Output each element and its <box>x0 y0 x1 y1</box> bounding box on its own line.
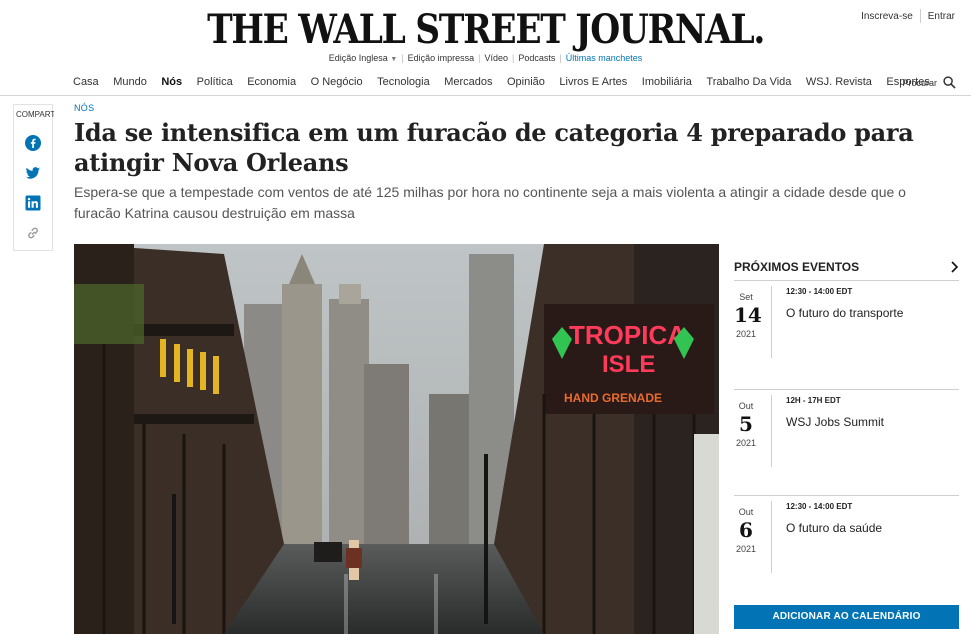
neon-sign-isle: ISLE <box>602 351 655 378</box>
neon-sign-tropical: TROPICA <box>569 320 686 350</box>
nav-item-opiniao[interactable]: Opinião <box>507 76 545 88</box>
chevron-right-icon[interactable] <box>949 261 959 273</box>
event-divider <box>734 495 959 496</box>
event-year: 2021 <box>735 329 757 339</box>
upcoming-events-panel: PRÓXIMOS EVENTOS Set 14 2021 12:30 - 14:… <box>734 256 959 573</box>
nav-item-mundo[interactable]: Mundo <box>113 76 147 88</box>
share-label: COMPARTILHAR <box>16 110 54 119</box>
event-year: 2021 <box>735 438 757 448</box>
nav-item-nos[interactable]: Nós <box>161 76 182 88</box>
nav-item-wsj-revista[interactable]: WSJ. Revista <box>806 76 872 88</box>
signin-link[interactable]: Entrar <box>921 11 962 22</box>
event-time: 12:30 - 14:00 EDT <box>786 502 853 511</box>
edition-label: Edição Inglesa <box>328 53 388 63</box>
nav-item-trabalho-vida[interactable]: Trabalho Da Vida <box>706 76 791 88</box>
nav-item-politica[interactable]: Política <box>197 76 233 88</box>
event-day: 14 <box>734 303 762 327</box>
event-time: 12H - 17H EDT <box>786 396 841 405</box>
event-year: 2021 <box>735 544 757 554</box>
event-month: Out <box>738 401 754 411</box>
main-nav: Casa Mundo Nós Política Economia O Negóc… <box>0 68 971 96</box>
nav-item-casa[interactable]: Casa <box>73 76 99 88</box>
masthead-logo[interactable]: THE WALL STREET JOURNAL. <box>68 6 903 53</box>
print-edition-link[interactable]: Edição impressa <box>404 53 479 63</box>
video-link[interactable]: Vídeo <box>480 53 512 63</box>
event-month: Set <box>739 292 753 302</box>
nav-item-imobiliaria[interactable]: Imobiliária <box>642 76 692 88</box>
search-icon <box>943 76 956 89</box>
site-header: THE WALL STREET JOURNAL. Inscreva-se Ent… <box>0 0 971 96</box>
article-photo: TROPICA ISLE HAND GRENADE <box>74 244 719 634</box>
account-links: Inscreva-se Entrar <box>854 9 962 23</box>
event-time: 12:30 - 14:00 EDT <box>786 287 853 296</box>
edition-subnav: Edição Inglesa ▼ | Edição impressa | Vídeo | P… <box>0 53 971 63</box>
section-tag[interactable]: NÓS <box>74 103 94 113</box>
article-headline: Ida se intensifica em um furacão de cate… <box>74 118 914 177</box>
event-divider <box>734 280 959 281</box>
event-title[interactable]: WSJ Jobs Summit <box>786 415 884 429</box>
event-title[interactable]: O futuro da saúde <box>786 521 882 535</box>
event-vertical-divider <box>771 286 772 358</box>
nav-list: Casa Mundo Nós Política Economia O Negóc… <box>73 76 944 88</box>
event-date: Out 6 2021 <box>734 507 758 554</box>
nav-item-livros-artes[interactable]: Livros E Artes <box>559 76 627 88</box>
event-date: Set 14 2021 <box>734 292 762 339</box>
linkedin-icon[interactable] <box>25 195 41 211</box>
event-item[interactable]: Out 6 2021 12:30 - 14:00 EDT O futuro da… <box>734 495 959 583</box>
chevron-down-icon: ▼ <box>390 56 398 63</box>
latest-headlines-link[interactable]: Últimas manchetes <box>562 53 647 63</box>
event-day: 5 <box>739 412 753 436</box>
event-title[interactable]: O futuro do transporte <box>786 306 903 320</box>
nav-item-economia[interactable]: Economia <box>247 76 296 88</box>
nav-item-tecnologia[interactable]: Tecnologia <box>377 76 430 88</box>
event-item[interactable]: Set 14 2021 12:30 - 14:00 EDT O futuro d… <box>734 280 959 368</box>
search-button[interactable]: Procurar <box>902 76 956 89</box>
add-to-calendar-button[interactable]: ADICIONAR AO CALENDÁRIO <box>734 605 959 629</box>
events-heading: PRÓXIMOS EVENTOS <box>734 260 860 274</box>
subscribe-link[interactable]: Inscreva-se <box>854 11 920 22</box>
facebook-icon[interactable] <box>25 135 41 151</box>
event-vertical-divider <box>771 395 772 467</box>
event-month: Out <box>738 507 754 517</box>
copy-link-icon[interactable] <box>25 225 41 241</box>
events-header[interactable]: PRÓXIMOS EVENTOS <box>734 256 959 278</box>
neon-sign-grenade: HAND GRENADE <box>564 391 662 405</box>
event-date: Out 5 2021 <box>734 401 758 448</box>
article-dek: Espera-se que a tempestade com ventos de… <box>74 184 906 221</box>
nav-item-mercados[interactable]: Mercados <box>444 76 492 88</box>
search-label: Procurar <box>902 77 937 88</box>
event-day: 6 <box>739 518 753 542</box>
event-vertical-divider <box>771 501 772 573</box>
share-rail: COMPARTILHAR <box>13 104 54 251</box>
podcasts-link[interactable]: Podcasts <box>514 53 559 63</box>
event-item[interactable]: Out 5 2021 12H - 17H EDT WSJ Jobs Summit <box>734 389 959 477</box>
nav-item-negocio[interactable]: O Negócio <box>311 76 363 88</box>
rainy-street-illustration: TROPICA ISLE HAND GRENADE <box>74 244 719 634</box>
event-divider <box>734 389 959 390</box>
edition-selector[interactable]: Edição Inglesa ▼ <box>325 53 402 63</box>
twitter-icon[interactable] <box>25 165 41 181</box>
